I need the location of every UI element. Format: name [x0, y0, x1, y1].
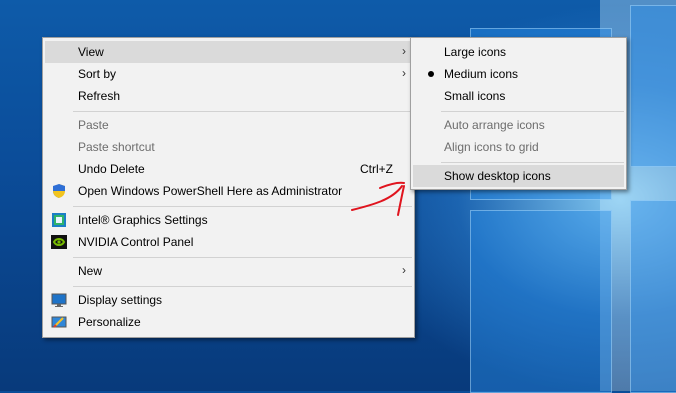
menu-separator — [73, 206, 412, 207]
shortcut-text: Ctrl+Z — [360, 162, 393, 176]
menu-item-personalize[interactable]: Personalize — [45, 311, 412, 333]
menu-item-label: Intel® Graphics Settings — [78, 213, 208, 227]
window-pane — [630, 200, 676, 393]
menu-item-label: View — [78, 45, 104, 59]
selected-bullet-icon — [428, 71, 434, 77]
menu-separator — [441, 162, 624, 163]
menu-item-refresh[interactable]: Refresh — [45, 85, 412, 107]
menu-item-label: Paste shortcut — [78, 140, 155, 154]
personalize-icon — [51, 316, 67, 328]
menu-item-label: Paste — [78, 118, 109, 132]
menu-item-label: Display settings — [78, 293, 163, 307]
menu-separator — [73, 286, 412, 287]
menu-item-label: Medium icons — [444, 67, 519, 81]
menu-item-new[interactable]: New › — [45, 260, 412, 282]
chevron-right-icon: › — [402, 263, 406, 277]
submenu-item-auto-arrange: Auto arrange icons — [413, 114, 624, 136]
menu-item-label: Auto arrange icons — [444, 118, 545, 132]
window-pane — [470, 210, 612, 393]
menu-item-sort-by[interactable]: Sort by › — [45, 63, 412, 85]
submenu-item-small-icons[interactable]: Small icons — [413, 85, 624, 107]
submenu-item-large-icons[interactable]: Large icons — [413, 41, 624, 63]
menu-separator — [73, 111, 412, 112]
uac-shield-icon — [53, 184, 65, 198]
chevron-right-icon: › — [402, 44, 406, 58]
menu-separator — [73, 257, 412, 258]
menu-item-undo-delete[interactable]: Undo Delete Ctrl+Z — [45, 158, 412, 180]
menu-item-paste: Paste — [45, 114, 412, 136]
submenu-item-show-desktop-icons[interactable]: Show desktop icons — [413, 165, 624, 187]
chevron-right-icon: › — [402, 66, 406, 80]
menu-item-display-settings[interactable]: Display settings — [45, 289, 412, 311]
menu-item-label: Align icons to grid — [444, 140, 539, 154]
intel-graphics-icon — [52, 213, 66, 227]
menu-item-label: Small icons — [444, 89, 506, 103]
display-settings-icon — [51, 293, 67, 307]
menu-item-intel-graphics[interactable]: Intel® Graphics Settings — [45, 209, 412, 231]
menu-item-label: NVIDIA Control Panel — [78, 235, 194, 249]
window-pane — [630, 5, 676, 167]
menu-separator — [441, 111, 624, 112]
desktop-context-menu: View › Sort by › Refresh Paste Paste sho… — [42, 37, 415, 338]
menu-item-label: Personalize — [78, 315, 141, 329]
view-submenu: Large icons Medium icons Small icons Aut… — [410, 37, 627, 190]
menu-item-view[interactable]: View › — [45, 41, 412, 63]
submenu-item-align-to-grid: Align icons to grid — [413, 136, 624, 158]
submenu-item-medium-icons[interactable]: Medium icons — [413, 63, 624, 85]
menu-item-label: New — [78, 264, 103, 278]
nvidia-icon — [51, 235, 67, 249]
menu-item-paste-shortcut: Paste shortcut — [45, 136, 412, 158]
menu-item-label: Large icons — [444, 45, 507, 59]
menu-item-nvidia-control-panel[interactable]: NVIDIA Control Panel — [45, 231, 412, 253]
menu-item-label: Undo Delete — [78, 162, 145, 176]
menu-item-label: Sort by — [78, 67, 117, 81]
menu-item-label: Open Windows PowerShell Here as Administ… — [78, 184, 343, 198]
menu-item-label: Show desktop icons — [444, 169, 551, 183]
menu-item-powershell-admin[interactable]: Open Windows PowerShell Here as Administ… — [45, 180, 412, 202]
menu-item-label: Refresh — [78, 89, 121, 103]
